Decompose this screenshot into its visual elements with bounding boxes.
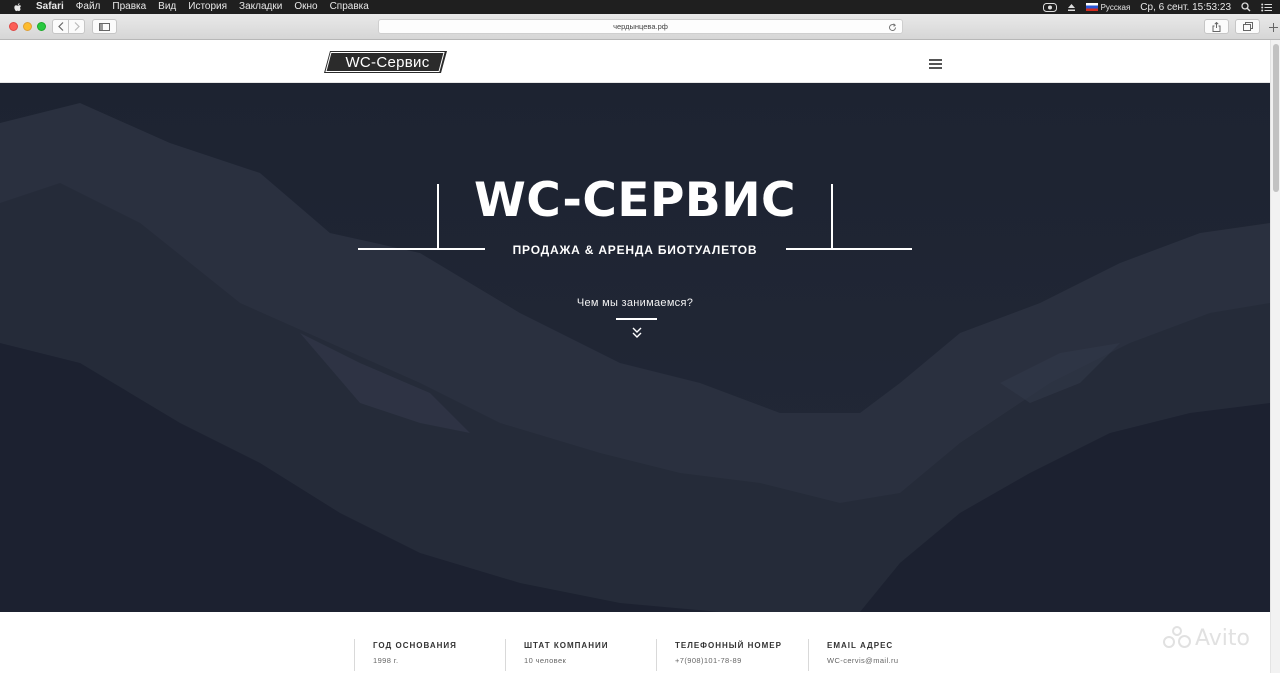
flag-icon (1085, 2, 1098, 11)
site-header: WC-Сервис (0, 40, 1270, 83)
show-tabs-button[interactable] (1235, 19, 1260, 34)
info-value: 10 человек (524, 656, 567, 665)
menu-file[interactable]: Файл (76, 0, 101, 14)
notification-list-icon[interactable] (1042, 2, 1057, 12)
title-bracket-right-vertical (831, 184, 833, 248)
new-tab-button[interactable] (1266, 14, 1280, 40)
menubar-clock[interactable]: Ср, 6 сент. 15:53:23 (1140, 2, 1231, 13)
info-founded: ГОД ОСНОВАНИЯ 1998 г. (354, 639, 457, 671)
tabs-icon (1242, 22, 1253, 31)
info-staff: ШТАТ КОМПАНИИ 10 человек (505, 639, 608, 671)
hamburger-menu-button[interactable] (929, 59, 942, 69)
hamburger-icon-line (929, 63, 942, 65)
fullscreen-window-button[interactable] (37, 22, 46, 31)
address-bar[interactable]: чердынцева.рф (378, 19, 903, 34)
info-value[interactable]: +7(908)101-78-89 (675, 656, 782, 666)
site-logo[interactable]: WC-Сервис (324, 50, 447, 74)
search-icon[interactable] (1241, 2, 1251, 12)
sidebar-toggle-button[interactable] (92, 19, 117, 34)
info-value[interactable]: WC-cervis@mail.ru (827, 656, 899, 666)
web-page: WC-Сервис WC-СЕРВИС ПРОДАЖА & АРЕНДА БИО… (0, 40, 1270, 673)
title-bracket-left-vertical (437, 184, 439, 248)
reload-icon[interactable] (888, 23, 897, 32)
close-window-button[interactable] (9, 22, 18, 31)
minimize-window-button[interactable] (23, 22, 32, 31)
back-icon (57, 22, 63, 31)
watermark-text: Avito (1195, 625, 1250, 651)
what-we-do-underline (616, 318, 657, 320)
info-label: ТЕЛЕФОННЫЙ НОМЕР (675, 641, 782, 650)
forward-button[interactable] (68, 19, 85, 34)
menu-history[interactable]: История (188, 0, 227, 14)
menu-bookmarks[interactable]: Закладки (239, 0, 282, 14)
hamburger-icon-line (929, 67, 942, 69)
info-label: EMAIL АДРЕС (827, 641, 894, 650)
avito-watermark: Avito (1163, 622, 1263, 654)
scrollbar-thumb[interactable] (1273, 44, 1279, 192)
mountain-background (0, 83, 1270, 612)
eject-icon[interactable] (1067, 3, 1076, 12)
new-tab-icon (1268, 22, 1278, 32)
info-label: ШТАТ КОМПАНИИ (524, 641, 609, 650)
back-button[interactable] (52, 19, 69, 34)
what-we-do-link[interactable]: Чем мы занимаемся? (535, 297, 735, 309)
info-label: ГОД ОСНОВАНИЯ (373, 641, 457, 650)
apple-icon[interactable] (12, 2, 24, 13)
company-info-bar: ГОД ОСНОВАНИЯ 1998 г. ШТАТ КОМПАНИИ 10 ч… (0, 612, 1270, 673)
share-icon (1212, 21, 1221, 32)
logo-text: WC-Сервис (345, 53, 430, 71)
input-language[interactable]: Русская (1085, 2, 1130, 13)
menu-view[interactable]: Вид (158, 0, 176, 14)
macos-menubar: Safari Файл Правка Вид История Закладки … (0, 0, 1280, 14)
menubar-status-area: Русская Ср, 6 сент. 15:53:23 (1042, 0, 1272, 14)
hero-section: WC-СЕРВИС ПРОДАЖА & АРЕНДА БИОТУАЛЕТОВ Ч… (0, 83, 1270, 612)
sidebar-icon (99, 22, 110, 31)
hero-title: WC-СЕРВИС (473, 173, 797, 228)
info-value: 1998 г. (373, 656, 399, 665)
url-text: чердынцева.рф (613, 22, 668, 31)
hero-subtitle: ПРОДАЖА & АРЕНДА БИОТУАЛЕТОВ (512, 243, 758, 257)
double-chevron-down-icon[interactable] (630, 326, 644, 340)
notification-center-icon[interactable] (1261, 3, 1272, 12)
menu-window[interactable]: Окно (294, 0, 317, 14)
menu-edit[interactable]: Правка (112, 0, 146, 14)
hamburger-icon (929, 59, 942, 61)
page-scrollbar[interactable] (1270, 40, 1280, 673)
share-button[interactable] (1204, 19, 1229, 34)
browser-toolbar: чердынцева.рф (0, 14, 1280, 40)
menu-help[interactable]: Справка (330, 0, 369, 14)
forward-icon (74, 22, 80, 31)
menu-app-safari[interactable]: Safari (36, 0, 64, 14)
info-phone: ТЕЛЕФОННЫЙ НОМЕР +7(908)101-78-89 (656, 639, 782, 671)
info-email: EMAIL АДРЕС WC-cervis@mail.ru (808, 639, 899, 671)
avito-logo-icon (1163, 626, 1191, 650)
